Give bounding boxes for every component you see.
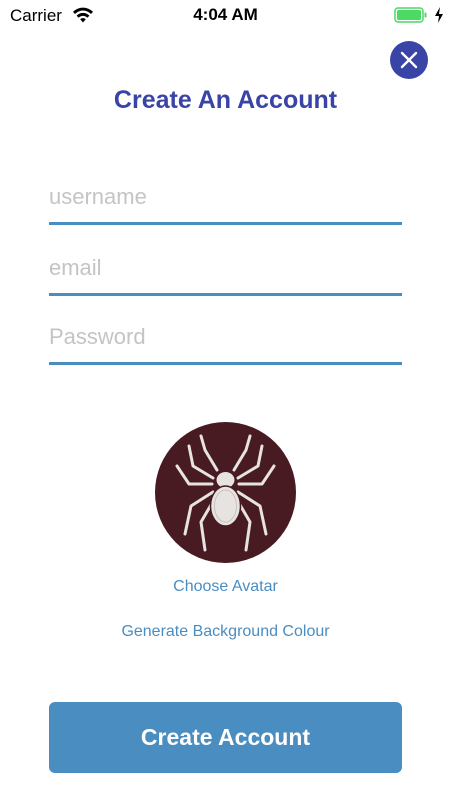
create-account-button[interactable]: Create Account [49,702,402,773]
username-field-container [49,176,402,225]
email-field-container [49,247,402,296]
status-time: 4:04 AM [193,5,258,24]
charging-icon [435,7,443,23]
battery-icon [394,7,427,23]
page-title: Create An Account [113,86,338,114]
choose-avatar-link[interactable]: Choose Avatar [0,578,451,596]
email-input[interactable] [49,247,402,289]
close-icon [400,51,418,69]
avatar[interactable] [155,422,296,563]
generate-background-colour-link[interactable]: Generate Background Colour [0,623,451,641]
username-input[interactable] [49,176,402,218]
password-input[interactable] [49,316,402,358]
status-bar: Carrier 4:04 AM [0,0,451,30]
spider-icon [175,434,276,552]
close-button[interactable] [390,41,428,79]
password-field-container [49,316,402,365]
